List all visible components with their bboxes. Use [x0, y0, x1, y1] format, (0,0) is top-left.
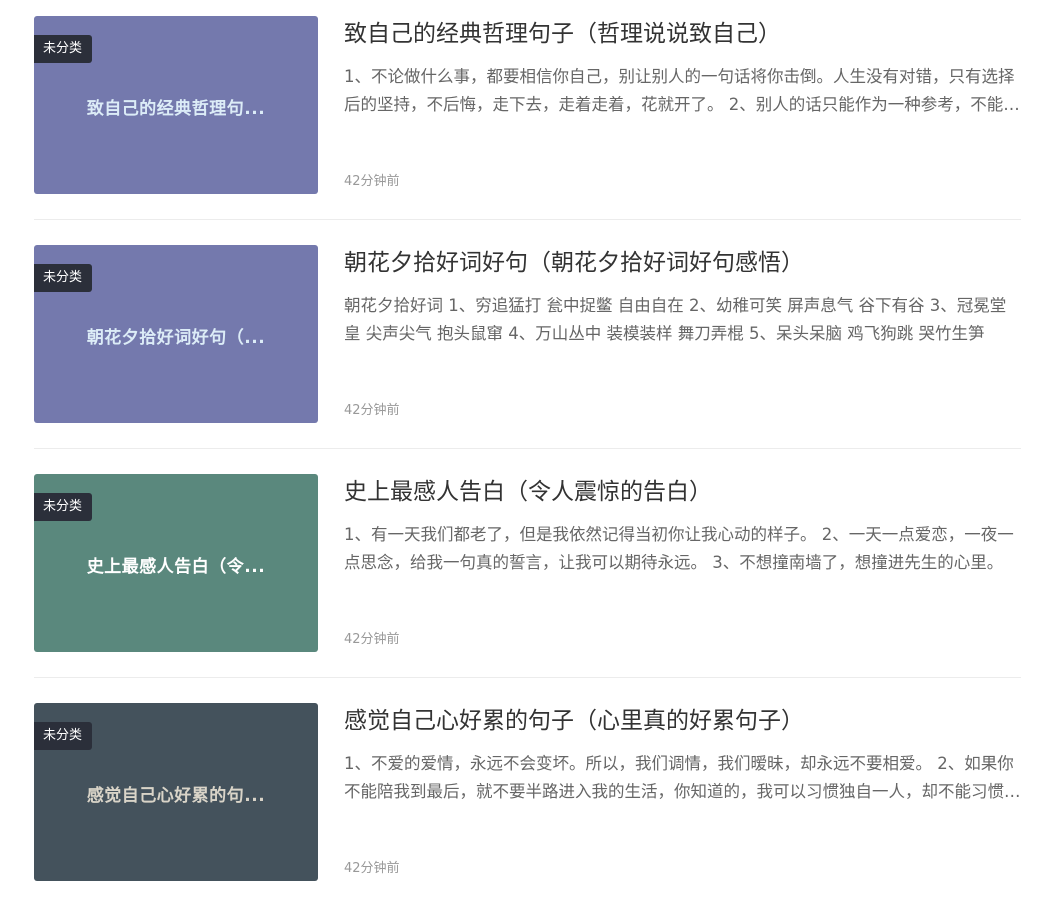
article-content: 感觉自己心好累的句子（心里真的好累句子） 1、不爱的爱情，永远不会变坏。所以，我… [344, 703, 1021, 881]
article-time: 42分钟前 [344, 403, 400, 418]
article-content: 致自己的经典哲理句子（哲理说说致自己） 1、不论做什么事，都要相信你自己，别让别… [344, 16, 1021, 194]
thumbnail-title: 感觉自己心好累的句... [86, 786, 266, 806]
article-excerpt: 1、有一天我们都老了，但是我依然记得当初你让我心动的样子。 2、一天一点爱恋，一… [344, 525, 1014, 572]
article-title[interactable]: 感觉自己心好累的句子（心里真的好累句子） [344, 705, 804, 737]
article-thumbnail[interactable]: 未分类 史上最感人告白（令... [34, 474, 318, 652]
thumbnail-title: 致自己的经典哲理句... [86, 99, 266, 119]
article-time: 42分钟前 [344, 174, 400, 189]
list-divider [34, 448, 1021, 449]
article-title[interactable]: 致自己的经典哲理句子（哲理说说致自己） [344, 18, 781, 50]
article-item[interactable]: 未分类 史上最感人告白（令... 史上最感人告白（令人震惊的告白） 1、有一天我… [34, 474, 1021, 652]
category-badge[interactable]: 未分类 [34, 264, 93, 292]
article-thumbnail[interactable]: 未分类 致自己的经典哲理句... [34, 16, 318, 194]
article-thumbnail[interactable]: 未分类 感觉自己心好累的句... [34, 703, 318, 881]
thumbnail-title: 史上最感人告白（令... [86, 557, 266, 577]
thumbnail-title: 朝花夕拾好词好句（... [86, 328, 266, 348]
article-content: 史上最感人告白（令人震惊的告白） 1、有一天我们都老了，但是我依然记得当初你让我… [344, 474, 1021, 652]
article-content: 朝花夕拾好词好句（朝花夕拾好词好句感悟） 朝花夕拾好词 1、穷追猛打 瓮中捉鳖 … [344, 245, 1021, 423]
article-item[interactable]: 未分类 朝花夕拾好词好句（... 朝花夕拾好词好句（朝花夕拾好词好句感悟） 朝花… [34, 245, 1021, 423]
article-time: 42分钟前 [344, 632, 400, 647]
list-divider [34, 219, 1021, 220]
article-item[interactable]: 未分类 致自己的经典哲理句... 致自己的经典哲理句子（哲理说说致自己） 1、不… [34, 16, 1021, 194]
article-excerpt: 1、不论做什么事，都要相信你自己，别让别人的一句话将你击倒。人生没有对错，只有选… [344, 67, 1020, 114]
article-time: 42分钟前 [344, 861, 400, 876]
article-item[interactable]: 未分类 感觉自己心好累的句... 感觉自己心好累的句子（心里真的好累句子） 1、… [34, 703, 1021, 881]
category-badge[interactable]: 未分类 [34, 35, 93, 63]
article-list: 未分类 致自己的经典哲理句... 致自己的经典哲理句子（哲理说说致自己） 1、不… [0, 0, 1062, 903]
article-thumbnail[interactable]: 未分类 朝花夕拾好词好句（... [34, 245, 318, 423]
list-divider [34, 677, 1021, 678]
article-excerpt: 1、不爱的爱情，永远不会变坏。所以，我们调情，我们暧昧，却永远不要相爱。 2、如… [344, 754, 1021, 801]
article-title[interactable]: 朝花夕拾好词好句（朝花夕拾好词好句感悟） [344, 247, 804, 279]
category-badge[interactable]: 未分类 [34, 493, 93, 521]
article-title[interactable]: 史上最感人告白（令人震惊的告白） [344, 476, 712, 508]
article-excerpt: 朝花夕拾好词 1、穷追猛打 瓮中捉鳖 自由自在 2、幼稚可笑 屏声息气 谷下有谷… [344, 296, 1007, 343]
category-badge[interactable]: 未分类 [34, 722, 93, 750]
